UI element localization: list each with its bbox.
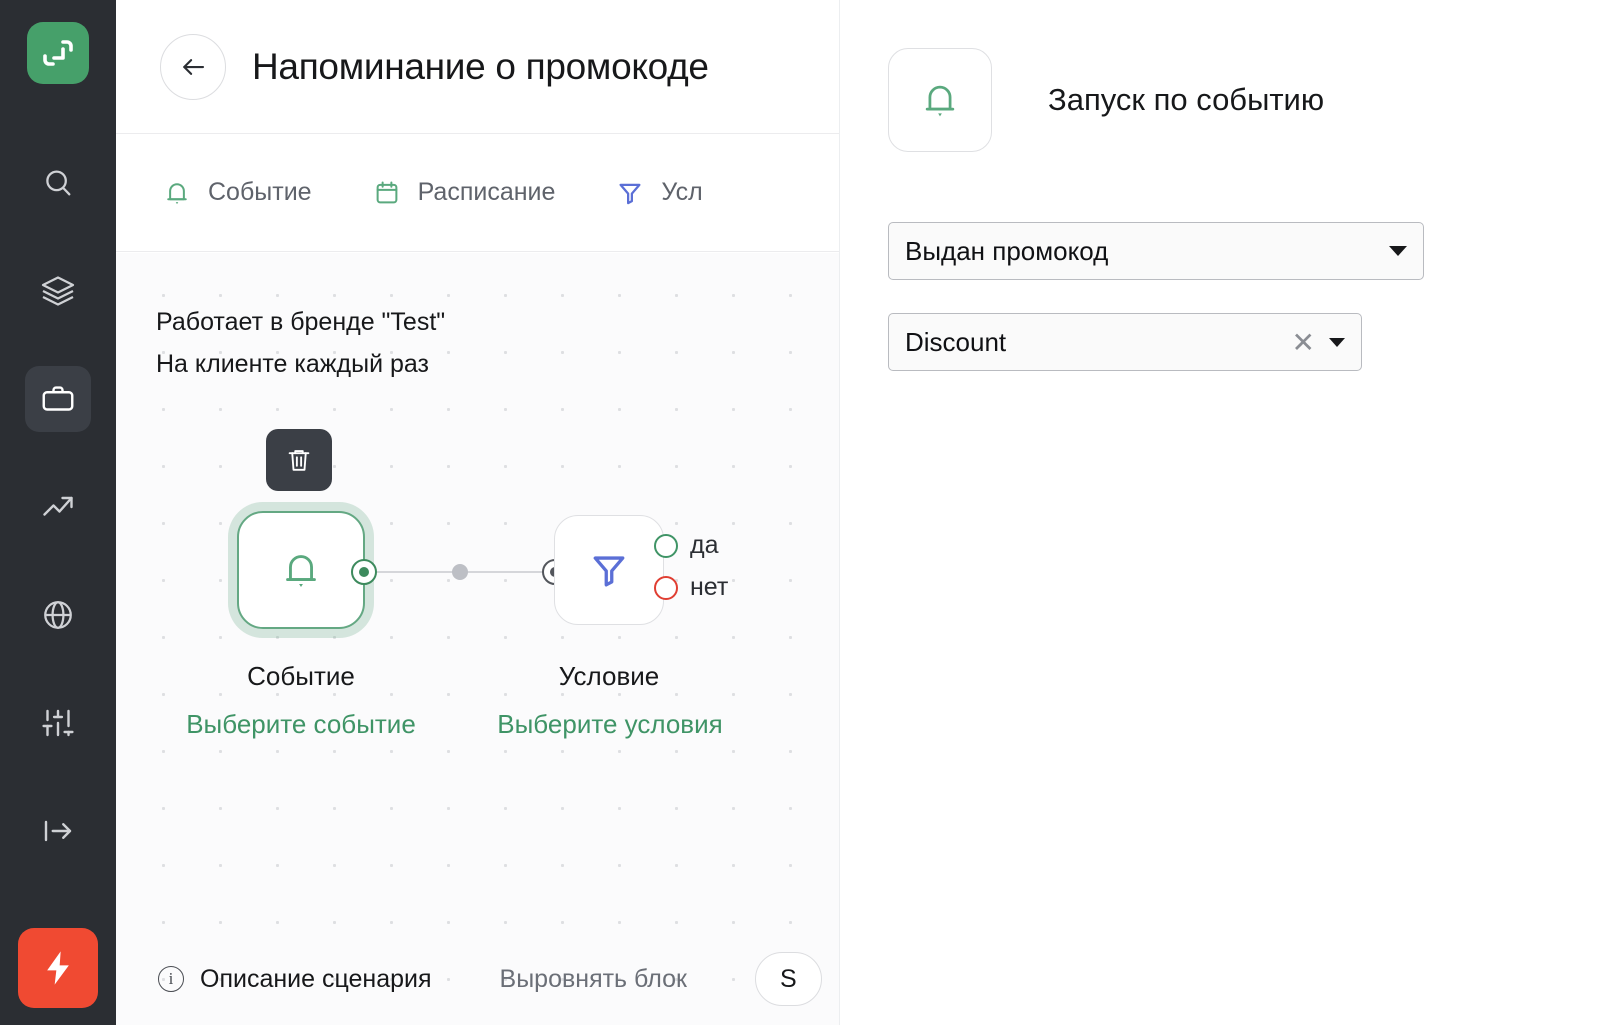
- layers-icon: [41, 276, 75, 306]
- tab-schedule-label: Расписание: [417, 178, 556, 206]
- exit-arrow-icon: [44, 820, 72, 842]
- branch-yes-label: да: [690, 531, 719, 559]
- branch-yes[interactable]: да: [654, 531, 719, 560]
- info-icon: i: [158, 966, 184, 992]
- app-logo[interactable]: [27, 22, 89, 84]
- sliders-icon: [42, 709, 74, 737]
- funnel-icon: [593, 556, 625, 587]
- align-block-pill[interactable]: S: [754, 952, 822, 1006]
- sidebar-item-settings[interactable]: [25, 690, 91, 756]
- port-event-output[interactable]: [351, 559, 377, 585]
- sidebar-item-search[interactable]: [25, 150, 91, 216]
- globe-icon: [44, 601, 72, 629]
- editor-header: Напоминание о промокоде: [116, 0, 840, 134]
- sidebar-item-briefcase[interactable]: [25, 366, 91, 432]
- scenario-canvas[interactable]: Работает в бренде "Test" На клиенте кажд…: [116, 253, 840, 1025]
- scenario-editor: Напоминание о промокоде Событие Расписан…: [116, 0, 840, 1025]
- node-settings-panel: Запуск по событию Выдан промокод Discoun…: [840, 0, 1600, 1025]
- port-branch-no[interactable]: [654, 575, 678, 600]
- promocode-select-value: Discount: [905, 326, 1007, 357]
- bell-icon: [286, 555, 316, 588]
- close-icon[interactable]: ✕: [1292, 326, 1315, 359]
- tab-event-label: Событие: [208, 178, 312, 206]
- canvas-note-line-2: На клиенте каждый раз: [156, 350, 429, 378]
- rail-item-list: [25, 150, 91, 906]
- node-condition-title: Условие: [558, 661, 660, 691]
- sidebar-item-layers[interactable]: [25, 258, 91, 324]
- branch-no-label: нет: [690, 573, 729, 601]
- scenario-description-button[interactable]: i Описание сценария: [158, 965, 432, 994]
- calendar-icon: [376, 180, 397, 203]
- chevron-down-icon[interactable]: [1329, 337, 1345, 347]
- tab-schedule[interactable]: Расписание: [372, 178, 556, 208]
- app-root: Напоминание о промокоде Событие Расписан…: [0, 0, 1600, 1025]
- scenario-description-label: Описание сценария: [200, 964, 432, 993]
- branch-no[interactable]: нет: [654, 573, 728, 602]
- bell-icon: [925, 85, 955, 117]
- promocode-select[interactable]: Discount ✕: [888, 313, 1362, 371]
- port-branch-yes[interactable]: [654, 533, 678, 558]
- search-icon: [46, 170, 71, 196]
- panel-header: Запуск по событию: [840, 0, 1600, 152]
- delete-node-button[interactable]: [266, 429, 332, 491]
- editor-tabs: Событие Расписание Усл: [116, 134, 840, 252]
- trash-icon: [288, 450, 310, 471]
- arrow-left-icon: [183, 58, 205, 75]
- page-title: Напоминание о промокоде: [252, 45, 709, 87]
- quick-action-button[interactable]: [18, 928, 98, 1008]
- tab-condition[interactable]: Усл: [615, 178, 703, 208]
- tab-event[interactable]: Событие: [162, 178, 312, 208]
- node-event[interactable]: [237, 511, 365, 629]
- panel-node-icon: [888, 48, 992, 152]
- trending-up-icon: [43, 496, 73, 516]
- edge-midpoint-handle[interactable]: [452, 564, 468, 580]
- node-condition-subtitle[interactable]: Выберите условия: [474, 709, 746, 740]
- tab-condition-label: Усл: [661, 178, 703, 206]
- funnel-icon: [619, 183, 641, 204]
- back-button[interactable]: [160, 33, 226, 100]
- briefcase-icon: [42, 386, 74, 411]
- canvas-note-line-1: Работает в бренде "Test": [156, 308, 446, 336]
- sidebar-item-analytics[interactable]: [25, 474, 91, 540]
- align-block-control[interactable]: Выровнять блок: [500, 965, 687, 994]
- panel-title: Запуск по событию: [1048, 82, 1325, 117]
- chevron-down-icon[interactable]: [1389, 246, 1407, 256]
- canvas-footer: i Описание сценария Выровнять блок S: [116, 933, 840, 1025]
- left-nav-rail: [0, 0, 116, 1025]
- align-block-label: Выровнять блок: [499, 964, 687, 993]
- lightning-bolt-icon: [47, 951, 69, 985]
- node-event-title: Событие: [247, 661, 355, 691]
- sidebar-item-logout[interactable]: [25, 798, 91, 864]
- bell-icon: [167, 182, 187, 204]
- app-logo-icon: [43, 40, 73, 66]
- node-condition[interactable]: [554, 515, 664, 625]
- canvas-note: Работает в бренде "Test" На клиенте кажд…: [156, 301, 445, 385]
- node-event-subtitle[interactable]: Выберите событие: [176, 709, 426, 740]
- event-select-value: Выдан промокод: [905, 235, 1109, 266]
- event-select[interactable]: Выдан промокод: [888, 222, 1424, 280]
- sidebar-item-globe[interactable]: [25, 582, 91, 648]
